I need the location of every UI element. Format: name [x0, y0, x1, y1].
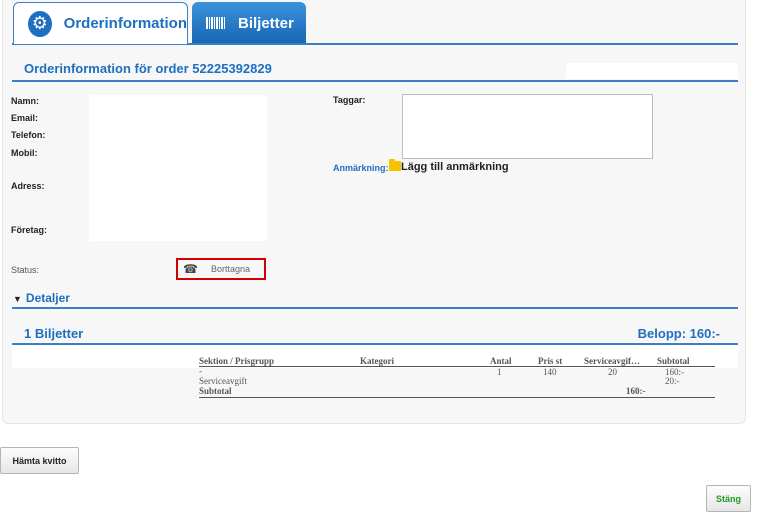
label-mobil: Mobil:: [11, 148, 38, 158]
get-receipt-button[interactable]: Hämta kvitto: [0, 447, 79, 474]
table-footer-rule: [199, 397, 715, 398]
subtotal-value: 160:-: [626, 386, 646, 396]
service-fee-label: Serviceavgift: [199, 376, 247, 386]
status-badge: ☎ Borttagna: [176, 258, 266, 280]
label-namn: Namn:: [11, 96, 40, 106]
tags-field[interactable]: [402, 94, 653, 159]
tab-label: Orderinformation: [63, 15, 187, 32]
folder-icon: [389, 159, 401, 171]
row-section: -: [199, 366, 202, 376]
tab-label: Biljetter: [238, 14, 294, 32]
label-foretag: Företag:: [11, 225, 47, 235]
row-pris: 140: [543, 367, 557, 377]
col-header-pris: Pris st: [538, 356, 563, 366]
details-label: Detaljer: [25, 291, 70, 305]
col-header-kategori: Kategori: [360, 356, 394, 366]
remark-label: Anmärkning:: [333, 163, 389, 173]
label-adress: Adress:: [11, 181, 45, 191]
tickets-divider: [12, 343, 738, 345]
customer-details-box: [89, 95, 267, 241]
col-header-service: Serviceavgif…: [584, 356, 640, 366]
tags-label: Taggar:: [333, 95, 366, 105]
gear-icon: ⚙: [28, 10, 52, 37]
row-service: 20: [608, 367, 617, 377]
row-antal: 1: [497, 367, 502, 377]
col-header-subtotal: Subtotal: [657, 356, 690, 366]
amount-total: Belopp: 160:-: [637, 326, 720, 341]
col-header-antal: Antal: [490, 356, 512, 366]
phone-icon: ☎: [183, 262, 198, 276]
col-header-section: Sektion / Prisgrupp: [199, 356, 275, 366]
tab-biljetter[interactable]: Biljetter: [192, 2, 306, 44]
tickets-count: 1 Biljetter: [24, 326, 84, 341]
triangle-down-icon: ▼: [13, 294, 22, 304]
label-telefon: Telefon:: [11, 130, 46, 140]
add-remark-link[interactable]: Lägg till anmärkning: [401, 161, 509, 173]
details-divider: [12, 307, 738, 309]
page-title: Orderinformation för order 52225392829: [24, 61, 272, 76]
label-email: Email:: [11, 113, 39, 123]
section-divider: [12, 80, 738, 82]
tab-orderinformation[interactable]: ⚙ Orderinformation: [13, 2, 188, 44]
service-fee-value: 20:-: [665, 376, 680, 386]
table-header-rule: [199, 366, 715, 367]
barcode-icon: [206, 17, 226, 29]
status-label: Status:: [11, 265, 40, 275]
status-value: Borttagna: [210, 264, 250, 274]
subtotal-label: Subtotal: [199, 386, 232, 396]
details-toggle[interactable]: ▼ Detaljer: [13, 291, 70, 305]
title-blank-field: [566, 63, 738, 79]
close-button[interactable]: Stäng: [706, 485, 751, 512]
